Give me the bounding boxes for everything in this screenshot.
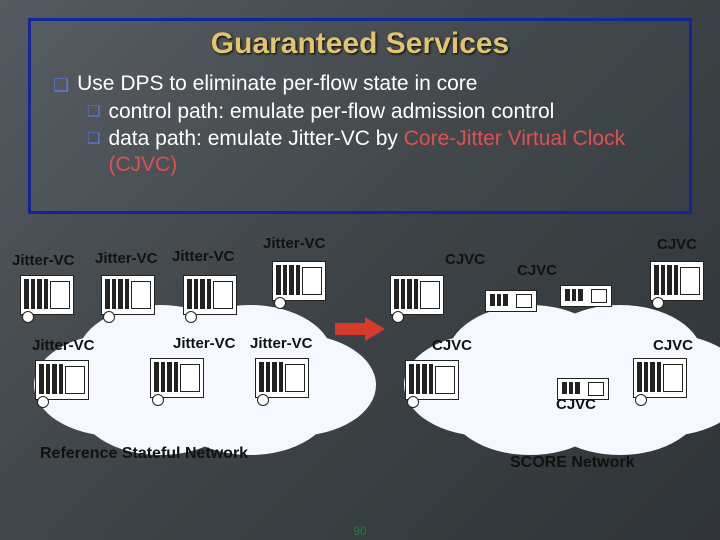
core-router-icon (485, 290, 537, 312)
router-icon (183, 275, 237, 315)
bullet-level1: ❑ Use DPS to eliminate per-flow state in… (53, 71, 667, 97)
router-icon (255, 358, 309, 398)
content-box: Guaranteed Services ❑ Use DPS to elimina… (28, 18, 692, 214)
router-label: Jitter-VC (263, 235, 326, 252)
router-label: Jitter-VC (95, 250, 158, 267)
router-label: Jitter-VC (12, 252, 75, 269)
bullet-icon: ❑ (87, 103, 100, 122)
slide: Guaranteed Services ❑ Use DPS to elimina… (0, 0, 720, 540)
bullet-list: ❑ Use DPS to eliminate per-flow state in… (53, 71, 667, 178)
router-label: CJVC (657, 236, 697, 253)
router-icon (101, 275, 155, 315)
bullet-level2: ❑ data path: emulate Jitter-VC by Core-J… (87, 126, 667, 179)
router-icon (633, 358, 687, 398)
router-label: CJVC (445, 251, 485, 268)
bullet-level2: ❑ control path: emulate per-flow admissi… (87, 99, 667, 125)
router-icon (650, 261, 704, 301)
router-label: CJVC (556, 396, 596, 413)
router-icon (35, 360, 89, 400)
router-icon (20, 275, 74, 315)
router-icon (150, 358, 204, 398)
router-label: CJVC (517, 262, 557, 279)
router-icon (390, 275, 444, 315)
router-label: Jitter-VC (250, 335, 313, 352)
caption-left: Reference Stateful Network (40, 445, 248, 463)
router-label: CJVC (653, 337, 693, 354)
bullet-text: Use DPS to eliminate per-flow state in c… (77, 71, 477, 97)
router-label: CJVC (432, 337, 472, 354)
router-label: Jitter-VC (32, 337, 95, 354)
caption-right: SCORE Network (510, 454, 634, 472)
bullet-text: control path: emulate per-flow admission… (108, 99, 554, 125)
bullet-text: data path: emulate Jitter-VC by Core-Jit… (108, 126, 667, 179)
router-icon (405, 360, 459, 400)
core-router-icon (560, 285, 612, 307)
bullet-icon: ❑ (87, 130, 100, 149)
slide-title: Guaranteed Services (31, 27, 689, 61)
router-label: Jitter-VC (172, 248, 235, 265)
router-label: Jitter-VC (173, 335, 236, 352)
page-number: 90 (0, 524, 720, 538)
arrow-icon (335, 318, 385, 340)
bullet-icon: ❑ (53, 74, 69, 97)
router-icon (272, 261, 326, 301)
